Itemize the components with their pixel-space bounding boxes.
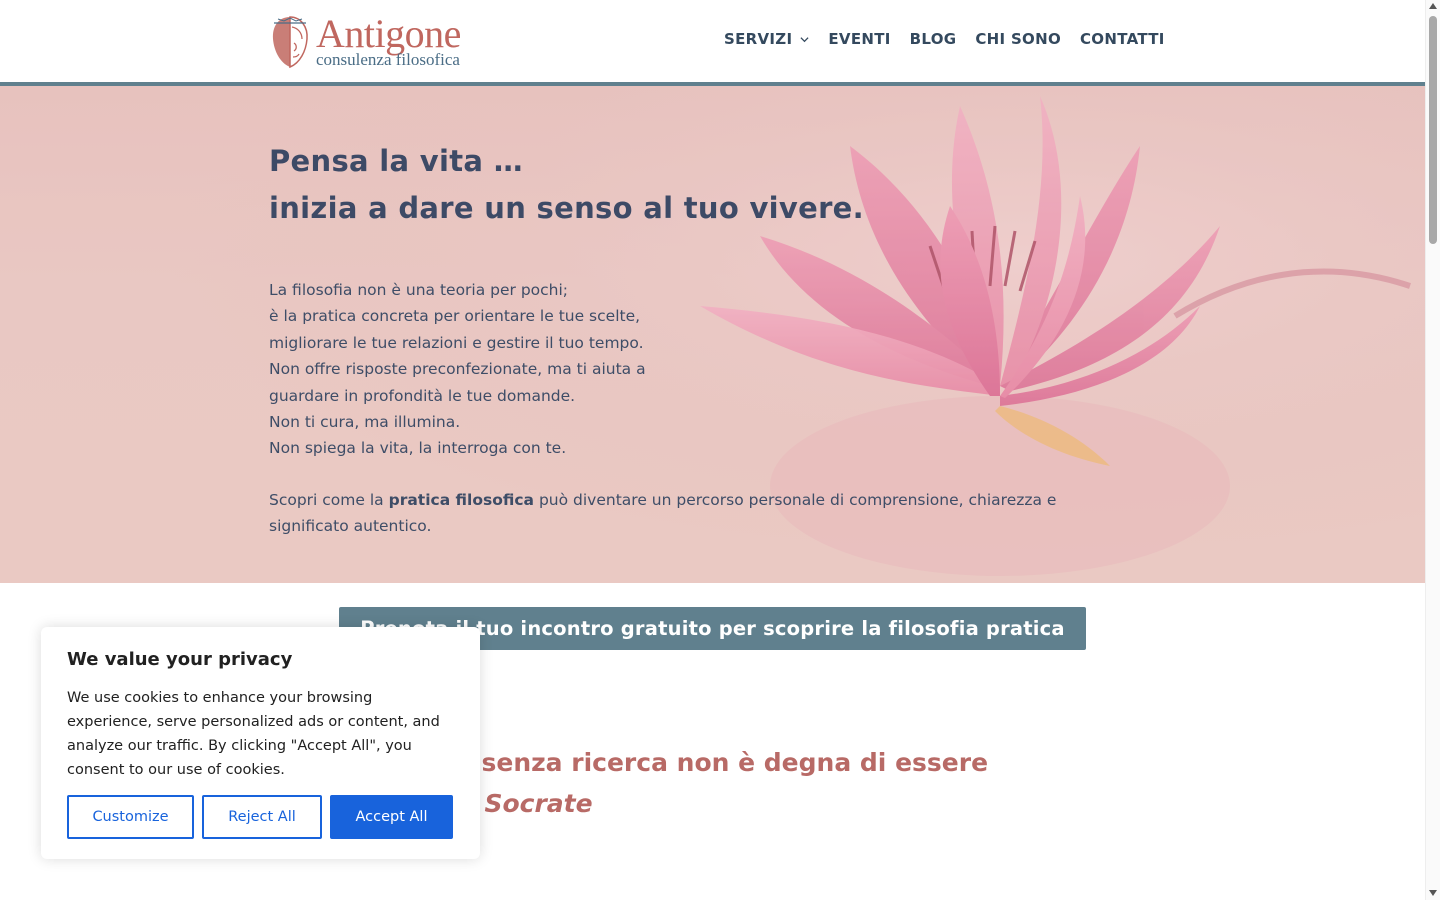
customize-button[interactable]: Customize xyxy=(67,795,194,839)
hero-cta-text: Scopri come la pratica filosofica può di… xyxy=(269,487,1099,540)
accept-all-button[interactable]: Accept All xyxy=(330,795,453,839)
nav-item-label: SERVIZI xyxy=(724,30,793,48)
cookie-title: We value your privacy xyxy=(67,649,293,670)
site-header: Antigone consulenza filosofica SERVIZI E… xyxy=(0,0,1425,82)
scroll-down-arrow-icon[interactable] xyxy=(1429,890,1437,896)
nav-item-label: BLOG xyxy=(909,30,957,48)
chevron-down-icon xyxy=(800,36,809,42)
nav-item-blog[interactable]: BLOG xyxy=(910,30,957,48)
scroll-thumb[interactable] xyxy=(1429,16,1437,244)
hero-body-line: Non ti cura, ma illumina. xyxy=(269,413,461,432)
hero-cta-bold: pratica filosofica xyxy=(388,490,535,509)
nav-item-label: CHI SONO xyxy=(975,30,1061,48)
hero-section: Pensa la vita … inizia a dare un senso a… xyxy=(0,86,1425,583)
hero-body-line: guardare in profondità le tue domande. xyxy=(269,386,576,405)
hero-body-line: migliorare le tue relazioni e gestire il… xyxy=(269,333,644,352)
hero-cta-prefix: Scopri come la xyxy=(269,490,389,509)
cookie-text: We use cookies to enhance your browsing … xyxy=(67,690,440,778)
hero-body-line: Non spiega la vita, la interroga con te. xyxy=(269,439,567,458)
nav-item-contatti[interactable]: CONTATTI xyxy=(1080,30,1165,48)
quote-author: Socrate xyxy=(484,789,593,818)
hero-content: Pensa la vita … inizia a dare un senso a… xyxy=(269,138,1099,540)
site-logo[interactable]: Antigone consulenza filosofica xyxy=(270,12,470,70)
page-scrollbar[interactable] xyxy=(1425,0,1440,900)
hero-title-line: inizia a dare un senso al tuo vivere. xyxy=(269,191,864,225)
nav-item-servizi[interactable]: SERVIZI xyxy=(724,30,809,48)
nav-item-label: EVENTI xyxy=(828,30,891,48)
nav-item-eventi[interactable]: EVENTI xyxy=(828,30,890,48)
scroll-up-arrow-icon[interactable] xyxy=(1429,3,1437,9)
hero-body: La filosofia non è una teoria per pochi;… xyxy=(269,277,1099,462)
cookie-consent-banner: We value your privacy We use cookies to … xyxy=(41,627,480,859)
logo-title: Antigone xyxy=(316,11,461,56)
hero-body-line: è la pratica concreta per orientare le t… xyxy=(269,307,641,326)
hero-body-line: Non offre risposte preconfezionate, ma t… xyxy=(269,360,646,379)
nav-item-chi-sono[interactable]: CHI SONO xyxy=(975,30,1061,48)
cookie-buttons: Customize Reject All Accept All xyxy=(67,795,453,839)
hero-title: Pensa la vita … inizia a dare un senso a… xyxy=(269,138,1099,232)
logo-face-icon xyxy=(272,16,308,69)
logo-subtitle: consulenza filosofica xyxy=(316,50,460,69)
hero-body-line: La filosofia non è una teoria per pochi; xyxy=(269,281,569,299)
nav-item-label: CONTATTI xyxy=(1080,30,1165,48)
hero-title-line: Pensa la vita … xyxy=(269,144,523,178)
reject-all-button[interactable]: Reject All xyxy=(202,795,322,839)
main-nav: SERVIZI EVENTI BLOG CHI SONO CONTATTI xyxy=(724,30,1165,48)
